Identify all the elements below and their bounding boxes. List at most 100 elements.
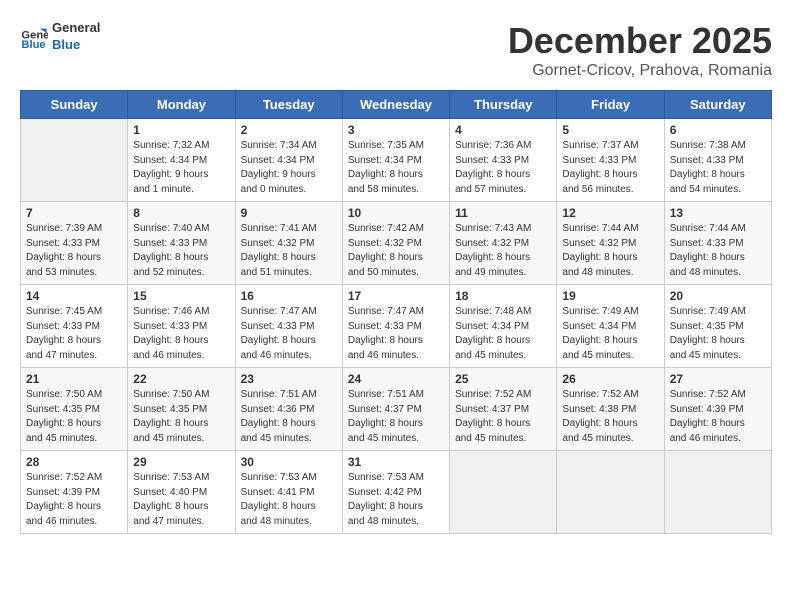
day-info: Sunrise: 7:34 AMSunset: 4:34 PMDaylight:… (241, 139, 337, 197)
week-row-4: 21Sunrise: 7:50 AMSunset: 4:35 PMDayligh… (21, 368, 772, 451)
calendar-cell: 19Sunrise: 7:49 AMSunset: 4:34 PMDayligh… (557, 285, 664, 368)
calendar-cell: 8 Sunrise: 7:40 AMSunset: 4:33 PMDaylight… (128, 202, 235, 285)
day-info: Sunrise: 7:49 AMSunset: 4:35 PMDaylight:… (670, 305, 766, 363)
calendar-cell: 23Sunrise: 7:51 AMSunset: 4:36 PMDayligh… (235, 368, 342, 451)
day-info: Sunrise: 7:35 AMSunset: 4:34 PMDaylight:… (348, 139, 444, 197)
logo-line2: Blue (52, 37, 100, 54)
day-number: 16 (241, 289, 337, 303)
day-info: Sunrise: 7:50 AMSunset: 4:35 PMDaylight:… (26, 388, 122, 446)
day-info: Sunrise: 7:44 AMSunset: 4:32 PMDaylight:… (562, 222, 658, 280)
calendar-cell: 13 Sunrise: 7:44 AMSunset: 4:33 PMDayligh… (664, 202, 771, 285)
day-number: 20 (670, 289, 766, 303)
day-number: 26 (562, 372, 658, 386)
day-number: 29 (133, 455, 229, 469)
day-info: Sunrise: 7:51 AMSunset: 4:37 PMDaylight:… (348, 388, 444, 446)
day-number: 13 (670, 206, 766, 220)
calendar-cell: 11 Sunrise: 7:43 AMSunset: 4:32 PMDayligh… (450, 202, 557, 285)
day-number: 24 (348, 372, 444, 386)
day-info: Sunrise: 7:32 AMSunset: 4:34 PMDaylight:… (133, 139, 229, 197)
day-number: 5 (562, 123, 658, 137)
calendar-subtitle: Gornet-Cricov, Prahova, Romania (508, 62, 772, 80)
day-info: Sunrise: 7:42 AMSunset: 4:32 PMDaylight:… (348, 222, 444, 280)
calendar-cell: 18 Sunrise: 7:48 AMSunset: 4:34 PMDayligh… (450, 285, 557, 368)
calendar-cell: 27 Sunrise: 7:52 AMSunset: 4:39 PMDayligh… (664, 368, 771, 451)
week-row-2: 7Sunrise: 7:39 AMSunset: 4:33 PMDaylight… (21, 202, 772, 285)
day-info: Sunrise: 7:52 AMSunset: 4:39 PMDaylight:… (26, 471, 122, 529)
day-info: Sunrise: 7:38 AMSunset: 4:33 PMDaylight:… (670, 139, 766, 197)
day-info: Sunrise: 7:48 AMSunset: 4:34 PMDaylight:… (455, 305, 551, 363)
week-row-1: 1 Sunrise: 7:32 AMSunset: 4:34 PMDaylight… (21, 119, 772, 202)
day-number: 4 (455, 123, 551, 137)
calendar-cell: 12 Sunrise: 7:44 AMSunset: 4:32 PMDayligh… (557, 202, 664, 285)
calendar-cell: 20 Sunrise: 7:49 AMSunset: 4:35 PMDayligh… (664, 285, 771, 368)
day-info: Sunrise: 7:53 AMSunset: 4:40 PMDaylight:… (133, 471, 229, 529)
calendar-cell: 24 Sunrise: 7:51 AMSunset: 4:37 PMDayligh… (342, 368, 449, 451)
day-info: Sunrise: 7:52 AMSunset: 4:39 PMDaylight:… (670, 388, 766, 446)
calendar-cell: 10 Sunrise: 7:42 AMSunset: 4:32 PMDayligh… (342, 202, 449, 285)
day-header-tuesday: Tuesday (235, 91, 342, 119)
day-number: 18 (455, 289, 551, 303)
day-number: 1 (133, 123, 229, 137)
day-number: 15 (133, 289, 229, 303)
logo-icon: General Blue (20, 23, 48, 51)
week-row-5: 28 Sunrise: 7:52 AMSunset: 4:39 PMDayligh… (21, 451, 772, 534)
calendar-cell: 30 Sunrise: 7:53 AMSunset: 4:41 PMDayligh… (235, 451, 342, 534)
day-info: Sunrise: 7:45 AMSunset: 4:33 PMDaylight:… (26, 305, 122, 363)
calendar-title: December 2025 (508, 20, 772, 62)
day-number: 17 (348, 289, 444, 303)
day-header-friday: Friday (557, 91, 664, 119)
day-header-wednesday: Wednesday (342, 91, 449, 119)
day-number: 9 (241, 206, 337, 220)
page-header: General Blue General Blue December 2025 … (20, 20, 772, 80)
day-number: 7 (26, 206, 122, 220)
calendar-cell: 5 Sunrise: 7:37 AMSunset: 4:33 PMDaylight… (557, 119, 664, 202)
day-number: 19 (562, 289, 658, 303)
calendar-cell: 17 Sunrise: 7:47 AMSunset: 4:33 PMDayligh… (342, 285, 449, 368)
calendar-table: SundayMondayTuesdayWednesdayThursdayFrid… (20, 90, 772, 534)
calendar-cell: 3 Sunrise: 7:35 AMSunset: 4:34 PMDaylight… (342, 119, 449, 202)
day-info: Sunrise: 7:52 AMSunset: 4:38 PMDaylight:… (562, 388, 658, 446)
day-info: Sunrise: 7:44 AMSunset: 4:33 PMDaylight:… (670, 222, 766, 280)
day-number: 23 (241, 372, 337, 386)
calendar-cell (450, 451, 557, 534)
calendar-cell: 9Sunrise: 7:41 AMSunset: 4:32 PMDaylight… (235, 202, 342, 285)
day-number: 30 (241, 455, 337, 469)
logo: General Blue General Blue (20, 20, 100, 54)
day-number: 14 (26, 289, 122, 303)
calendar-cell: 16 Sunrise: 7:47 AMSunset: 4:33 PMDayligh… (235, 285, 342, 368)
day-number: 28 (26, 455, 122, 469)
day-number: 3 (348, 123, 444, 137)
day-number: 25 (455, 372, 551, 386)
calendar-cell (557, 451, 664, 534)
calendar-cell: 22Sunrise: 7:50 AMSunset: 4:35 PMDayligh… (128, 368, 235, 451)
calendar-cell: 2Sunrise: 7:34 AMSunset: 4:34 PMDaylight… (235, 119, 342, 202)
day-info: Sunrise: 7:47 AMSunset: 4:33 PMDaylight:… (348, 305, 444, 363)
calendar-cell (664, 451, 771, 534)
day-info: Sunrise: 7:47 AMSunset: 4:33 PMDaylight:… (241, 305, 337, 363)
day-info: Sunrise: 7:40 AMSunset: 4:33 PMDaylight:… (133, 222, 229, 280)
calendar-cell: 15 Sunrise: 7:46 AMSunset: 4:33 PMDayligh… (128, 285, 235, 368)
day-info: Sunrise: 7:43 AMSunset: 4:32 PMDaylight:… (455, 222, 551, 280)
day-number: 8 (133, 206, 229, 220)
calendar-cell: 29 Sunrise: 7:53 AMSunset: 4:40 PMDayligh… (128, 451, 235, 534)
day-header-saturday: Saturday (664, 91, 771, 119)
day-number: 11 (455, 206, 551, 220)
day-number: 10 (348, 206, 444, 220)
calendar-cell: 7Sunrise: 7:39 AMSunset: 4:33 PMDaylight… (21, 202, 128, 285)
day-info: Sunrise: 7:46 AMSunset: 4:33 PMDaylight:… (133, 305, 229, 363)
logo-line1: General (52, 20, 100, 37)
day-info: Sunrise: 7:52 AMSunset: 4:37 PMDaylight:… (455, 388, 551, 446)
day-number: 12 (562, 206, 658, 220)
day-number: 22 (133, 372, 229, 386)
calendar-cell: 4Sunrise: 7:36 AMSunset: 4:33 PMDaylight… (450, 119, 557, 202)
day-number: 27 (670, 372, 766, 386)
svg-text:Blue: Blue (21, 39, 45, 51)
week-row-3: 14 Sunrise: 7:45 AMSunset: 4:33 PMDayligh… (21, 285, 772, 368)
day-number: 6 (670, 123, 766, 137)
day-info: Sunrise: 7:53 AMSunset: 4:41 PMDaylight:… (241, 471, 337, 529)
day-info: Sunrise: 7:37 AMSunset: 4:33 PMDaylight:… (562, 139, 658, 197)
day-header-thursday: Thursday (450, 91, 557, 119)
calendar-header-row: SundayMondayTuesdayWednesdayThursdayFrid… (21, 91, 772, 119)
calendar-cell: 28 Sunrise: 7:52 AMSunset: 4:39 PMDayligh… (21, 451, 128, 534)
calendar-cell (21, 119, 128, 202)
